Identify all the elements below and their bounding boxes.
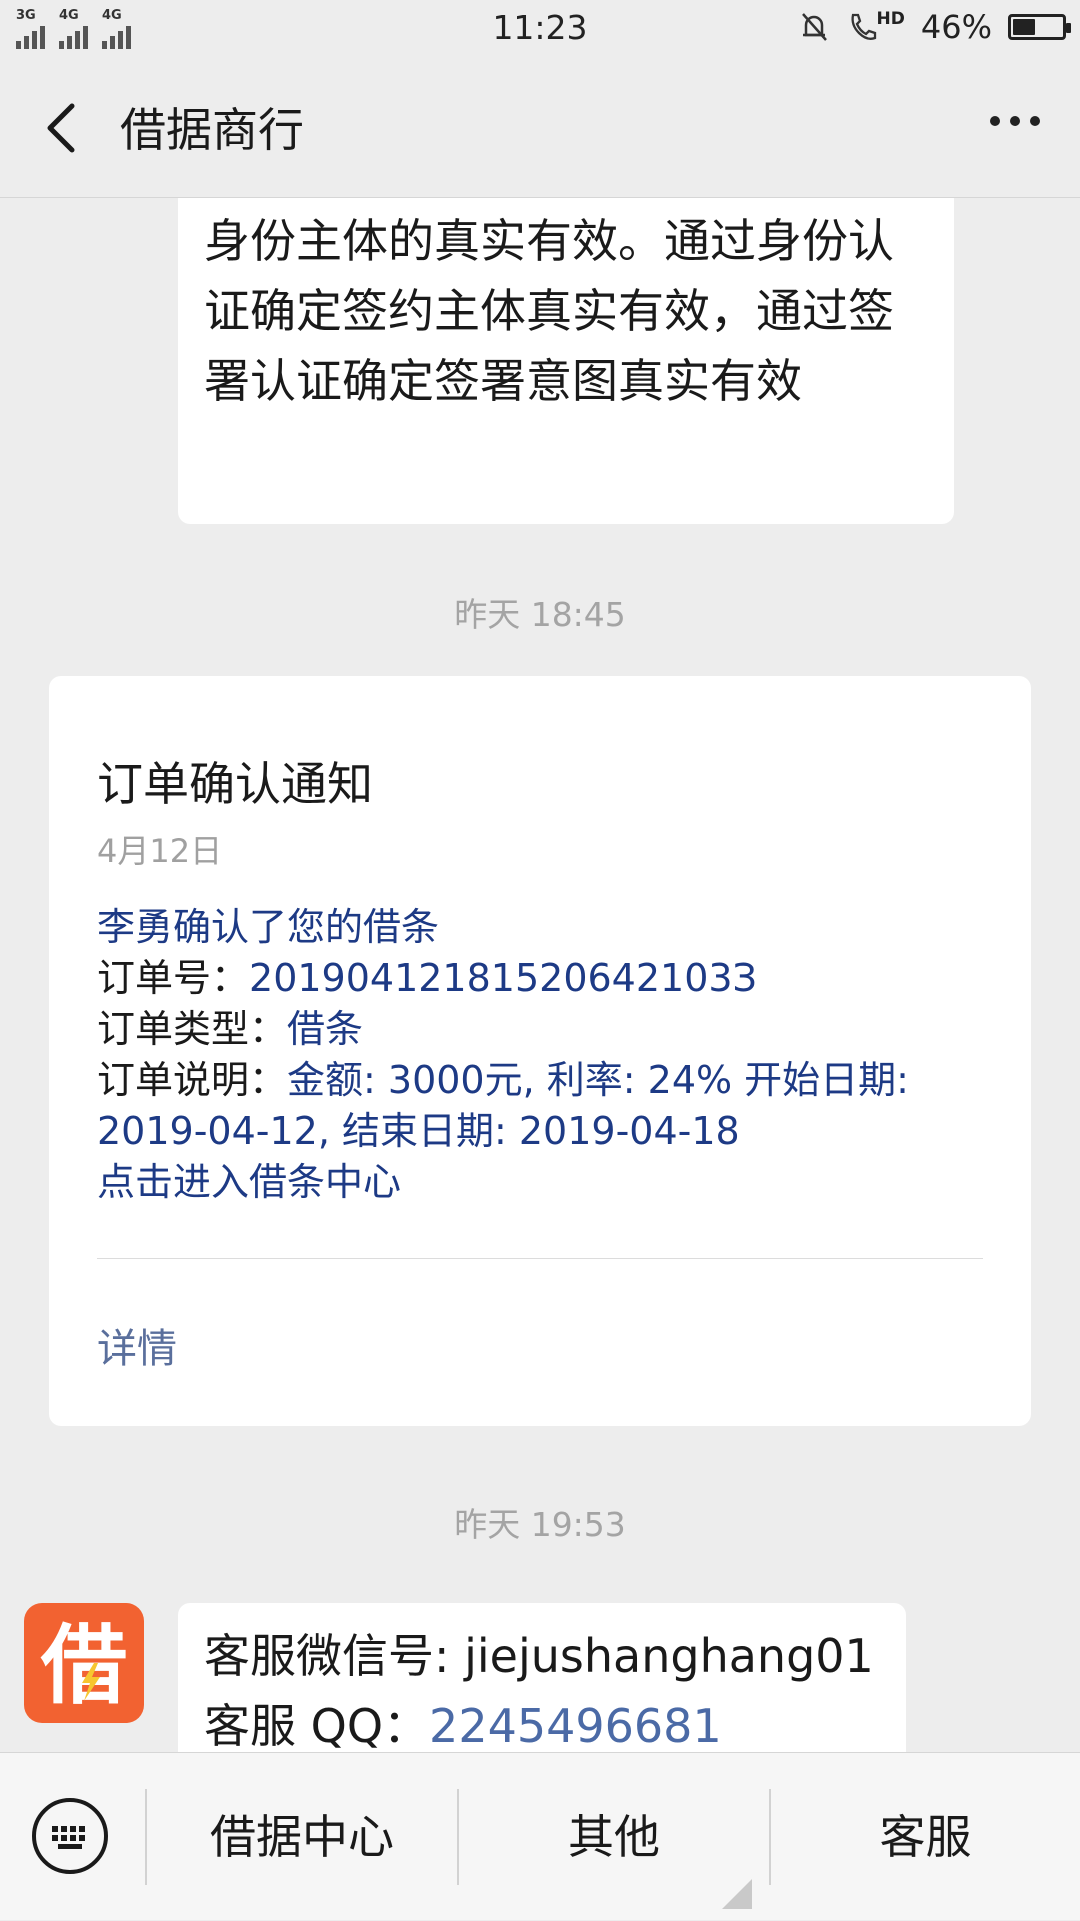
more-options-icon[interactable] [990, 116, 1040, 126]
enter-center-link[interactable]: 点击进入借条中心 [97, 1157, 997, 1208]
card-date: 4月12日 [97, 832, 223, 870]
back-arrow-icon[interactable] [34, 98, 94, 158]
message-bubble-contact[interactable]: 客服微信号: jiejushanghang01 客服 QQ：2245496681 [178, 1603, 906, 1752]
order-desc-label: 订单说明： [97, 1058, 288, 1102]
message-list[interactable]: 身份主体的真实有效。通过身份认证确定签约主体真实有效，通过签署认证确定签署意图真… [0, 198, 1080, 1752]
card-title: 订单确认通知 [97, 757, 373, 811]
message-timestamp: 昨天 19:53 [454, 1505, 626, 1544]
card-order-number-row: 订单号：20190412181520642103З [97, 953, 997, 1004]
battery-icon [1008, 14, 1071, 40]
order-notification-card[interactable]: 订单确认通知 4月12日 李勇确认了您的借条 订单号：2019041218152… [49, 676, 1031, 1426]
chat-title: 借据商行 [120, 103, 304, 157]
card-line-confirm: 李勇确认了您的借条 [97, 905, 440, 949]
keyboard-toggle-icon[interactable] [30, 1796, 110, 1876]
status-bar: 3G 4G 4G 11:23 HD 46% [0, 0, 1080, 60]
card-divider [97, 1258, 983, 1259]
order-number-label: 订单号： [97, 956, 250, 1000]
chat-header: 借据商行 [0, 60, 1080, 198]
wechat-id-text: 客服微信号: jiejushanghang01 [204, 1629, 874, 1683]
order-type-value: 借条 [287, 1007, 364, 1051]
submenu-indicator-icon [722, 1879, 752, 1909]
qq-label: 客服 QQ： [204, 1699, 430, 1752]
message-timestamp: 昨天 18:45 [454, 595, 626, 634]
card-body: 李勇确认了您的借条 订单号：20190412181520642103З 订单类型… [97, 902, 997, 1208]
order-type-label: 订单类型： [97, 1007, 288, 1051]
bell-muted-icon [801, 13, 827, 41]
svg-text:借: 借 [40, 1616, 127, 1716]
card-order-desc-row: 订单说明：金额: 3000元, 利率: 24% 开始日期: 2019-04-12… [97, 1055, 997, 1157]
message-text: 身份主体的真实有效。通过身份认证确定签约主体真实有效，通过签署认证确定签署意图真… [204, 214, 894, 408]
message-bubble-text[interactable]: 身份主体的真实有效。通过身份认证确定签约主体真实有效，通过签署认证确定签署意图真… [178, 198, 954, 524]
battery-percent: 46% [920, 8, 992, 46]
qq-row: 客服 QQ：2245496681 [204, 1691, 880, 1752]
bottom-menu-bar: 借据中心 其他 客服 [0, 1752, 1080, 1920]
status-right: HD 46% [797, 8, 1071, 46]
menu-item-jieju-center[interactable]: 借据中心 [147, 1753, 457, 1921]
hd-call-icon: HD [847, 9, 905, 43]
card-order-type-row: 订单类型：借条 [97, 1004, 997, 1055]
menu-item-customer-service[interactable]: 客服 [771, 1753, 1080, 1921]
battery-fill [1013, 19, 1036, 35]
order-number-value: 20190412181520642103З [249, 956, 757, 1000]
jie-logo-icon: 借 [40, 1616, 127, 1716]
detail-link[interactable]: 详情 [97, 1316, 177, 1374]
qq-number-link[interactable]: 2245496681 [429, 1699, 722, 1752]
avatar[interactable]: 借 [24, 1603, 144, 1723]
hd-label: HD [876, 9, 905, 29]
